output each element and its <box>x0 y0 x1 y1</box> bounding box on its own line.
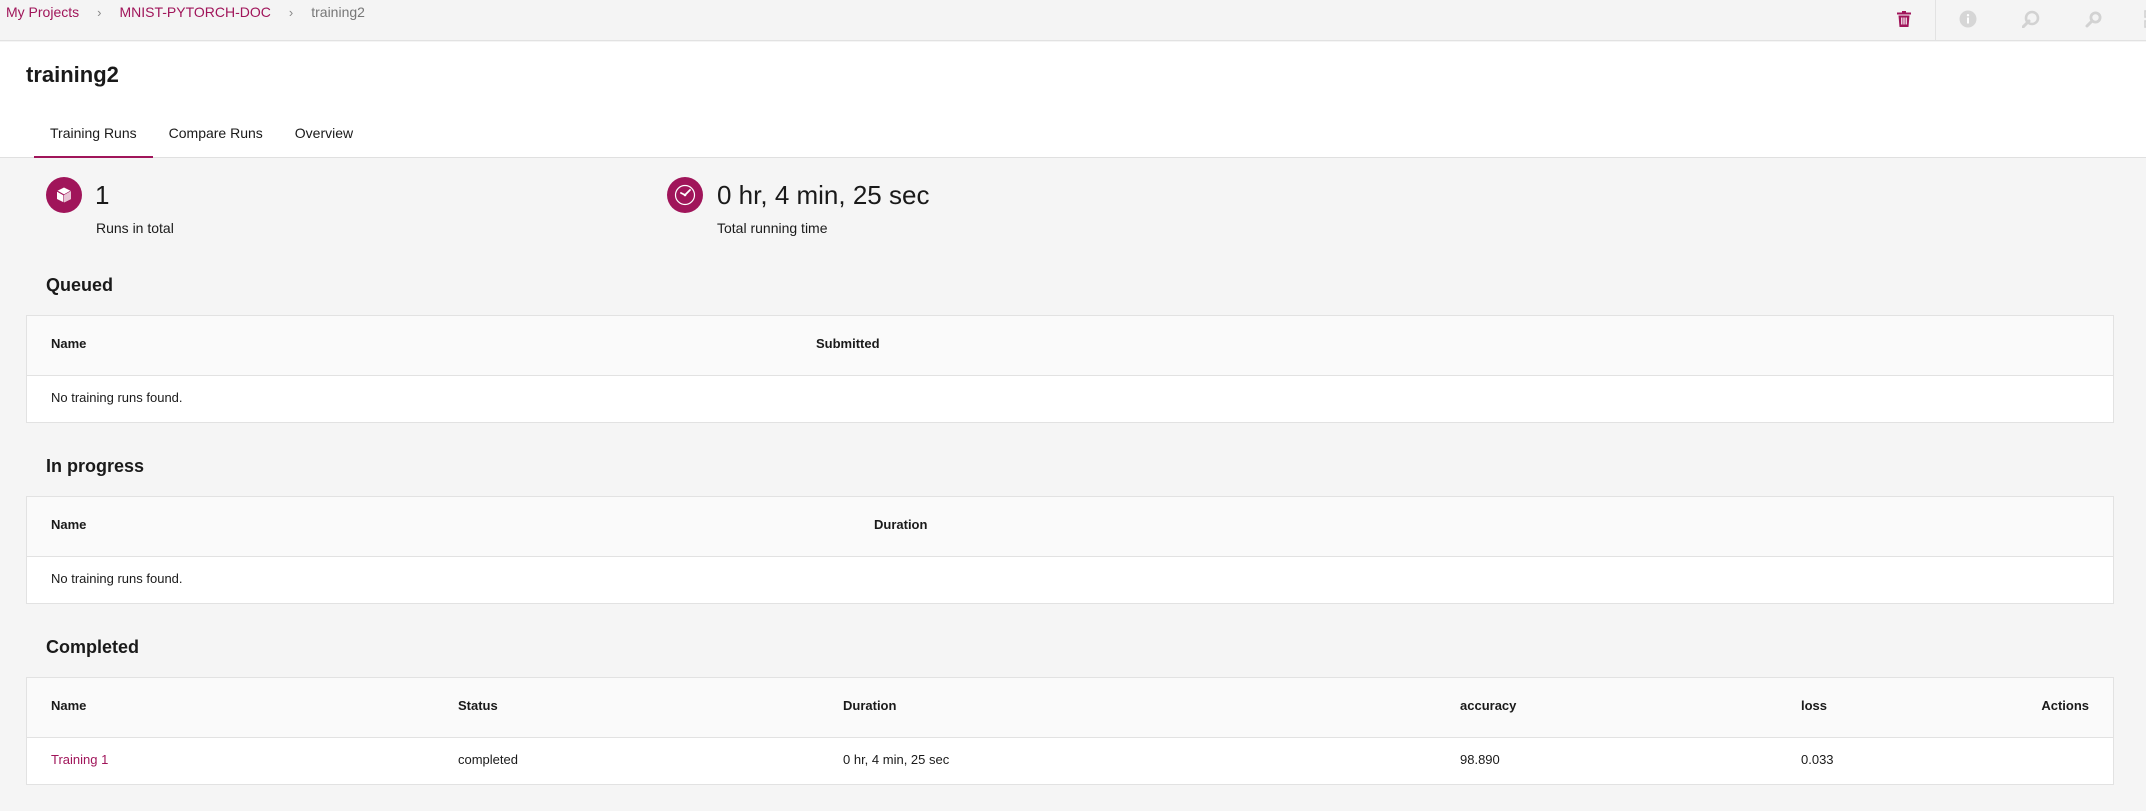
empty-row: No training runs found. <box>27 376 2113 422</box>
empty-message: No training runs found. <box>51 571 183 586</box>
toolbar <box>1746 0 2146 40</box>
empty-message: No training runs found. <box>51 390 183 405</box>
page-header: training2 Training Runs Compare Runs Ove… <box>0 42 2146 158</box>
running-time-label: Total running time <box>717 220 828 236</box>
tab-bar: Training Runs Compare Runs Overview <box>34 120 369 158</box>
column-header-name[interactable]: Name <box>51 698 86 713</box>
runs-total-value: 1 <box>95 180 110 210</box>
run-loss: 0.033 <box>1801 752 1834 767</box>
run-accuracy: 98.890 <box>1460 752 1500 767</box>
in-progress-section-title: In progress <box>46 456 145 476</box>
search-icon[interactable] <box>2079 4 2109 34</box>
breadcrumb-my-projects[interactable]: My Projects <box>6 4 79 20</box>
column-header-accuracy[interactable]: accuracy <box>1460 698 1516 713</box>
table-header: Name Status Duration accuracy loss Actio… <box>27 678 2113 738</box>
running-time-value: 0 hr, 4 min, 25 sec <box>717 180 930 210</box>
completed-table: Name Status Duration accuracy loss Actio… <box>26 677 2114 785</box>
table-header: Name Submitted <box>27 316 2113 376</box>
empty-row: No training runs found. <box>27 557 2113 603</box>
column-header-actions: Actions <box>2041 698 2089 713</box>
tab-compare-runs[interactable]: Compare Runs <box>153 120 279 158</box>
column-header-name[interactable]: Name <box>51 517 86 532</box>
toolbar-divider <box>1935 0 1936 40</box>
top-bar: My Projects › MNIST-PYTORCH-DOC › traini… <box>0 0 2146 41</box>
trash-icon[interactable] <box>1889 4 1919 34</box>
breadcrumb-project[interactable]: MNIST-PYTORCH-DOC <box>119 4 270 20</box>
run-duration: 0 hr, 4 min, 25 sec <box>843 752 950 767</box>
runs-total-label: Runs in total <box>96 220 174 236</box>
cube-icon <box>46 177 82 213</box>
clock-icon <box>667 177 703 213</box>
completed-section-title: Completed <box>46 637 140 657</box>
grid-icon[interactable] <box>2138 4 2146 34</box>
column-header-duration[interactable]: Duration <box>843 698 896 713</box>
table-header: Name Duration <box>27 497 2113 557</box>
tab-training-runs[interactable]: Training Runs <box>34 120 153 158</box>
queued-table: Name Submitted No training runs found. <box>26 315 2114 423</box>
breadcrumb-current: training2 <box>311 4 365 20</box>
run-name-link[interactable]: Training 1 <box>51 752 108 767</box>
rerun-icon[interactable] <box>2016 4 2046 34</box>
column-header-status[interactable]: Status <box>458 698 498 713</box>
table-row: Training 1 completed 0 hr, 4 min, 25 sec… <box>27 738 2113 784</box>
column-header-duration[interactable]: Duration <box>874 517 927 532</box>
column-header-name[interactable]: Name <box>51 336 86 351</box>
tab-overview[interactable]: Overview <box>279 120 369 158</box>
in-progress-table: Name Duration No training runs found. <box>26 496 2114 604</box>
breadcrumb: My Projects › MNIST-PYTORCH-DOC › traini… <box>6 4 365 20</box>
column-header-submitted[interactable]: Submitted <box>816 336 880 351</box>
column-header-loss[interactable]: loss <box>1801 698 1827 713</box>
queued-section-title: Queued <box>46 275 114 295</box>
run-status: completed <box>458 752 518 767</box>
chevron-right-icon: › <box>97 4 102 20</box>
page-title: training2 <box>26 62 119 87</box>
info-icon[interactable] <box>1953 4 1983 34</box>
chevron-right-icon: › <box>288 4 294 20</box>
